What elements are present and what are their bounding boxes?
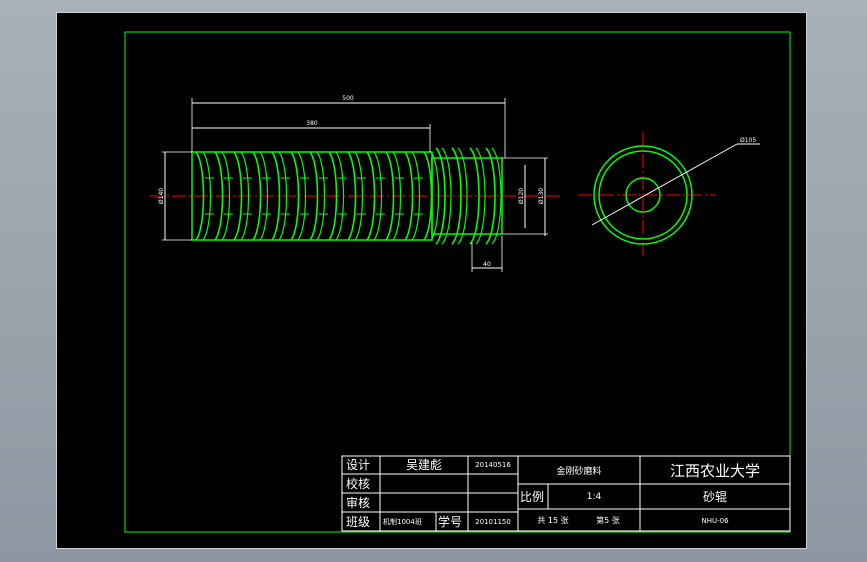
part-name: 砂辊 <box>703 490 727 504</box>
project-name: 金刚砂磨料 <box>556 465 601 477</box>
drawing-border <box>124 31 791 533</box>
scale-label: 比例 <box>520 490 544 504</box>
student-no: 20101150 <box>475 518 511 526</box>
sheet-number: 第5 张 <box>596 515 620 525</box>
class-value: 机制1004班 <box>383 517 422 526</box>
check-label: 校核 <box>346 476 370 491</box>
design-label: 设计 <box>346 458 370 472</box>
review-label: 审核 <box>346 495 370 510</box>
class-label: 班级 <box>346 515 370 529</box>
dim-text-inner-diameter: Ø120 <box>518 188 525 204</box>
dim-text-step: 40 <box>483 261 491 268</box>
design-date: 20140516 <box>475 461 511 469</box>
dim-text-overall: 500 <box>342 95 354 102</box>
thread-crest <box>404 151 414 241</box>
dim-text-threaded: 380 <box>306 120 318 127</box>
designer-name: 吴建彪 <box>406 458 442 472</box>
dim-text-end-diameter: Ø105 <box>740 137 756 144</box>
dim-text-outer-diameter: Ø140 <box>158 188 165 204</box>
roller-side-view: 500 380 Ø140 Ø120 Ø130 40 <box>150 95 560 272</box>
drawing-canvas: 500 380 Ø140 Ø120 Ø130 40 Ø105 设计 吴建彪 20… <box>124 31 791 533</box>
roller-end-view: Ø105 <box>578 132 760 258</box>
total-sheets: 共 15 张 <box>537 516 568 525</box>
drawing-number: NHU-06 <box>701 517 729 525</box>
dim-text-mid-diameter: Ø130 <box>538 188 545 204</box>
student-no-label: 学号 <box>438 514 462 529</box>
scale-value: 1:4 <box>587 492 602 502</box>
university-name: 江西农业大学 <box>670 462 760 480</box>
